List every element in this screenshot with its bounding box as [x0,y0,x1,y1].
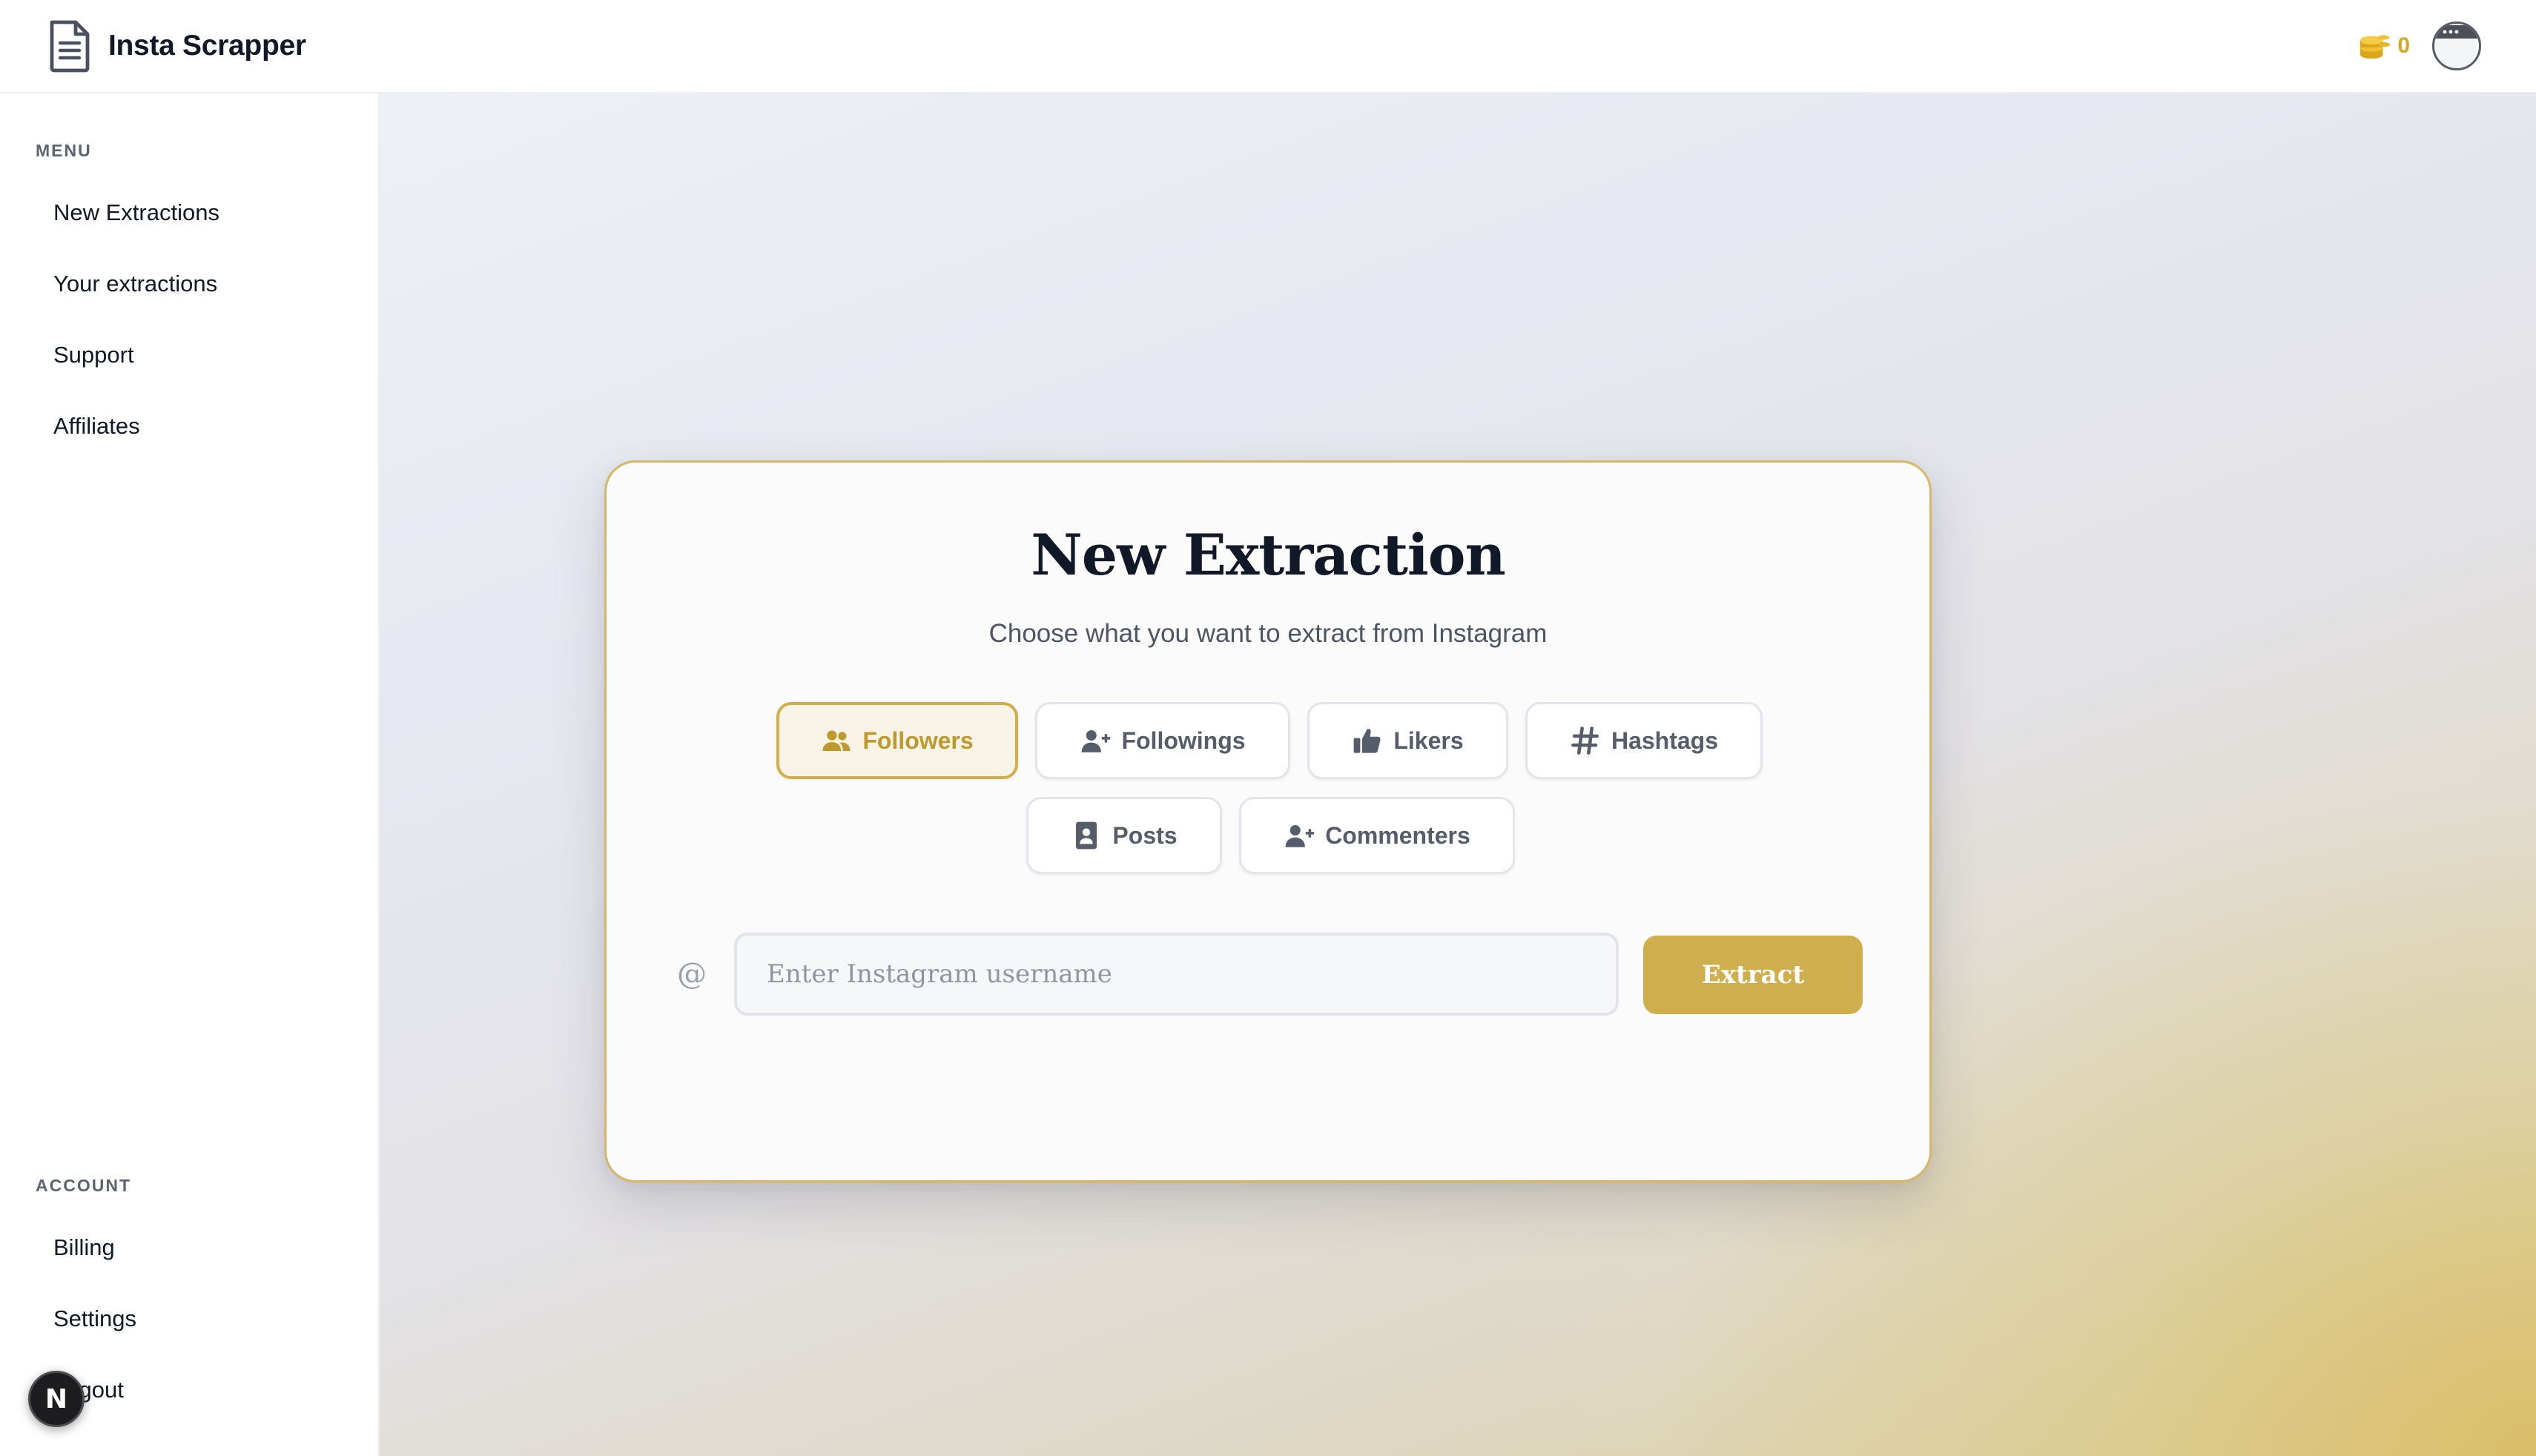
new-extraction-card: New Extraction Choose what you want to e… [604,460,1932,1182]
extract-button[interactable]: Extract [1643,936,1863,1014]
type-commenters-label: Commenters [1325,821,1470,849]
sidebar-item-settings[interactable]: Settings [36,1289,347,1349]
app-title: Insta Scrapper [108,30,306,62]
type-posts-button[interactable]: Posts [1026,797,1222,874]
main-content: New Extraction Choose what you want to e… [380,93,2536,1456]
credits-display[interactable]: 0 [2357,29,2410,63]
type-hashtags-button[interactable]: Hashtags [1525,702,1763,779]
sidebar: MENU New Extractions Your extractions Su… [0,93,380,1456]
user-plus-icon [1285,825,1315,847]
username-input[interactable] [734,933,1619,1016]
type-likers-button[interactable]: Likers [1307,702,1508,779]
brand[interactable]: Insta Scrapper [47,19,306,73]
coins-icon [2360,35,2391,59]
thumbs-up-icon [1353,729,1381,753]
sidebar-item-new-extractions[interactable]: New Extractions [36,183,347,242]
credits-count: 0 [2397,33,2410,58]
sidebar-item-billing[interactable]: Billing [36,1218,347,1277]
type-followers-label: Followers [862,727,974,754]
user-plus-icon [1082,730,1111,752]
type-hashtags-label: Hashtags [1611,727,1719,754]
type-followings-button[interactable]: Followings [1035,702,1290,779]
type-commenters-button[interactable]: Commenters [1239,797,1515,874]
hashtag-icon [1571,727,1599,755]
dev-tools-badge[interactable]: N [28,1371,85,1427]
type-followings-label: Followings [1121,727,1246,754]
menu-section-label: MENU [36,141,92,160]
document-icon [50,20,90,73]
sidebar-item-support[interactable]: Support [36,325,347,385]
page-title: New Extraction [1031,522,1506,588]
browser-window-icon [2436,25,2477,67]
page-subtitle: Choose what you want to extract from Ins… [988,619,1548,648]
sidebar-item-affiliates[interactable]: Affiliates [36,397,347,456]
post-icon [1076,821,1097,850]
top-bar: Insta Scrapper 0 [0,0,2536,93]
users-icon [822,730,851,751]
type-posts-label: Posts [1112,821,1178,849]
user-menu-button[interactable] [2432,21,2481,70]
type-followers-button[interactable]: Followers [776,702,1018,779]
sidebar-item-your-extractions[interactable]: Your extractions [36,254,347,314]
at-sign-prefix: @ [677,957,707,991]
topbar-actions: 0 [2357,21,2489,70]
type-likers-label: Likers [1393,727,1464,754]
account-section-label: ACCOUNT [36,1176,131,1195]
